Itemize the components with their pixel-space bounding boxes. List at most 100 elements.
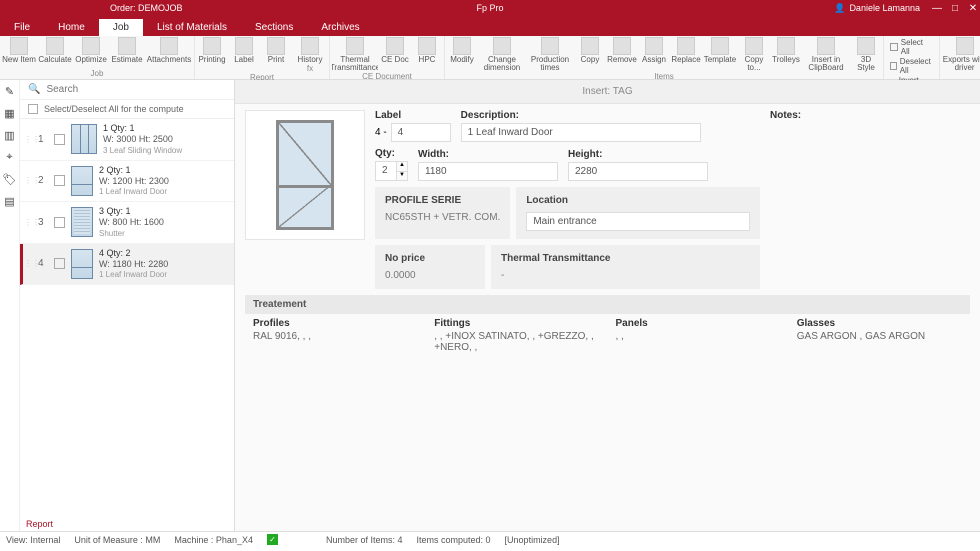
print-button[interactable]: Print — [261, 37, 291, 73]
print-icon — [267, 37, 285, 55]
calculate-button[interactable]: Calculate — [38, 37, 72, 64]
item-checkbox[interactable] — [54, 217, 65, 228]
select-all-row[interactable]: Select/Deselect All for the compute — [20, 100, 234, 119]
fittings-value: , , +INOX SATINATO, , +GREZZO, , +NERO, … — [434, 331, 599, 353]
user-label[interactable]: 👤 Daniele Lamanna — [834, 3, 920, 14]
item-dims: W: 1200 Ht: 2300 — [99, 176, 230, 187]
height-input[interactable]: 2280 — [568, 162, 708, 181]
deselect-all-button[interactable]: Deselect All — [890, 57, 933, 75]
report-link[interactable]: Report — [20, 517, 234, 531]
modify-icon — [453, 37, 471, 55]
hpc-button[interactable]: HPC — [412, 37, 442, 72]
copy-button[interactable]: Copy — [575, 37, 605, 72]
replace-icon — [677, 37, 695, 55]
change-dimension-button[interactable]: Change dimension — [479, 37, 525, 72]
printing-button[interactable]: Printing — [197, 37, 227, 73]
grid-tool-icon[interactable]: ▦ — [3, 106, 17, 120]
select-all-checkbox[interactable] — [28, 104, 38, 114]
qty-input[interactable]: 2 — [375, 161, 397, 181]
insert-clipboard-button[interactable]: Insert in ClipBoard — [803, 37, 849, 72]
profiles-header: Profiles — [253, 318, 418, 329]
status-bar: View: Internal Unit of Measure : MM Mach… — [0, 531, 980, 547]
hpc-icon — [418, 37, 436, 55]
trolleys-button[interactable]: Trolleys — [771, 37, 801, 72]
item-desc: 3 Leaf Sliding Window — [103, 146, 230, 156]
new-item-button[interactable]: New Item — [2, 37, 36, 64]
location-input[interactable]: Main entrance — [526, 212, 750, 231]
remove-button[interactable]: Remove — [607, 37, 637, 72]
attachments-icon — [160, 37, 178, 55]
detail-panel: Insert: TAG Label 4 - 4 — [235, 80, 980, 531]
label-input[interactable]: 4 — [391, 123, 451, 142]
description-label: Description: — [461, 110, 701, 121]
label-button[interactable]: Label — [229, 37, 259, 73]
panels-header: Panels — [616, 318, 781, 329]
minimize-button[interactable]: — — [932, 3, 942, 13]
edit-tool-icon[interactable]: ✎ — [3, 84, 17, 98]
tag-tool-icon[interactable]: 🏷 — [3, 172, 17, 186]
width-input[interactable]: 1180 — [418, 162, 558, 181]
3d-style-button[interactable]: 3D Style — [851, 37, 881, 72]
tab-list-of-materials[interactable]: List of Materials — [143, 19, 241, 36]
replace-button[interactable]: Replace — [671, 37, 701, 72]
tab-home[interactable]: Home — [44, 19, 99, 36]
list-item[interactable]: ⋮⋮ 4 4 Qty: 2 W: 1180 Ht: 2280 1 Leaf In… — [20, 244, 234, 286]
calc-tool-icon[interactable]: ▤ — [3, 194, 17, 208]
status-machine: Machine : Phan_X4 — [174, 535, 253, 545]
list-item[interactable]: ⋮⋮ 3 3 Qty: 1 W: 800 Ht: 1600 Shutter — [20, 202, 234, 244]
thermal-label: Thermal Transmittance — [501, 253, 750, 264]
tab-job[interactable]: Job — [99, 19, 143, 36]
item-desc: 1 Leaf Inward Door — [99, 270, 230, 280]
grip-icon: ⋮⋮ — [24, 176, 32, 185]
treatment-header: Treatement — [245, 295, 970, 314]
app-title: Fp Pro — [476, 3, 503, 13]
qty-down-button[interactable]: ▼ — [397, 171, 407, 180]
notes-panel: Notes: — [770, 110, 970, 289]
production-times-button[interactable]: Production times — [527, 37, 573, 72]
barcode-tool-icon[interactable]: ▥ — [3, 128, 17, 142]
item-thumbnail — [71, 249, 93, 279]
item-checkbox[interactable] — [54, 134, 65, 145]
copy-to-button[interactable]: Copy to... — [739, 37, 769, 72]
insert-tag-header: Insert: TAG — [235, 80, 980, 104]
door-preview-icon — [276, 120, 334, 230]
item-checkbox[interactable] — [54, 258, 65, 269]
tab-sections[interactable]: Sections — [241, 19, 307, 36]
description-input[interactable]: 1 Leaf Inward Door — [461, 123, 701, 142]
ribbon: New Item Calculate Optimize Estimate Att… — [0, 36, 980, 80]
close-window-button[interactable]: ✕ — [968, 3, 978, 13]
qty-label: Qty: — [375, 148, 408, 159]
ce-doc-button[interactable]: CE Doc — [380, 37, 410, 72]
search-box[interactable]: 🔍 — [20, 80, 234, 100]
thermal-button[interactable]: Thermal Transmittance — [332, 37, 378, 72]
qty-up-button[interactable]: ▲ — [397, 162, 407, 171]
assign-button[interactable]: Assign — [639, 37, 669, 72]
item-dims: W: 1180 Ht: 2280 — [99, 259, 230, 270]
attachments-button[interactable]: Attachments — [146, 37, 192, 64]
new-item-icon — [10, 37, 28, 55]
list-item[interactable]: ⋮⋮ 2 2 Qty: 1 W: 1200 Ht: 2300 1 Leaf In… — [20, 161, 234, 203]
item-list-panel: 🔍 Select/Deselect All for the compute ⋮⋮… — [20, 80, 235, 531]
tab-archives[interactable]: Archives — [307, 19, 373, 36]
tab-file[interactable]: File — [0, 19, 44, 36]
item-thumbnail — [71, 207, 93, 237]
template-button[interactable]: Template — [703, 37, 737, 72]
profile-serie-card: PROFILE SERIE NC65STH + VETR. COM. — [375, 187, 510, 239]
search-input[interactable] — [46, 84, 226, 95]
maximize-button[interactable]: □ — [950, 3, 960, 13]
optimize-button[interactable]: Optimize — [74, 37, 108, 64]
item-preview — [245, 110, 365, 240]
item-checkbox[interactable] — [54, 175, 65, 186]
location-tool-icon[interactable]: ⌖ — [3, 150, 17, 164]
grip-icon: ⋮⋮ — [24, 135, 32, 144]
modify-button[interactable]: Modify — [447, 37, 477, 72]
estimate-icon — [118, 37, 136, 55]
exports-driver-button[interactable]: Exports with driver — [942, 37, 980, 72]
history-button[interactable]: Historyfx — [293, 37, 327, 73]
select-all-button[interactable]: Select All — [890, 38, 933, 56]
estimate-button[interactable]: Estimate — [110, 37, 144, 64]
select-all-icon — [890, 43, 898, 51]
list-item[interactable]: ⋮⋮ 1 1 Qty: 1 W: 3000 Ht: 2500 3 Leaf Sl… — [20, 119, 234, 161]
history-icon — [301, 37, 319, 55]
width-label: Width: — [418, 149, 558, 160]
